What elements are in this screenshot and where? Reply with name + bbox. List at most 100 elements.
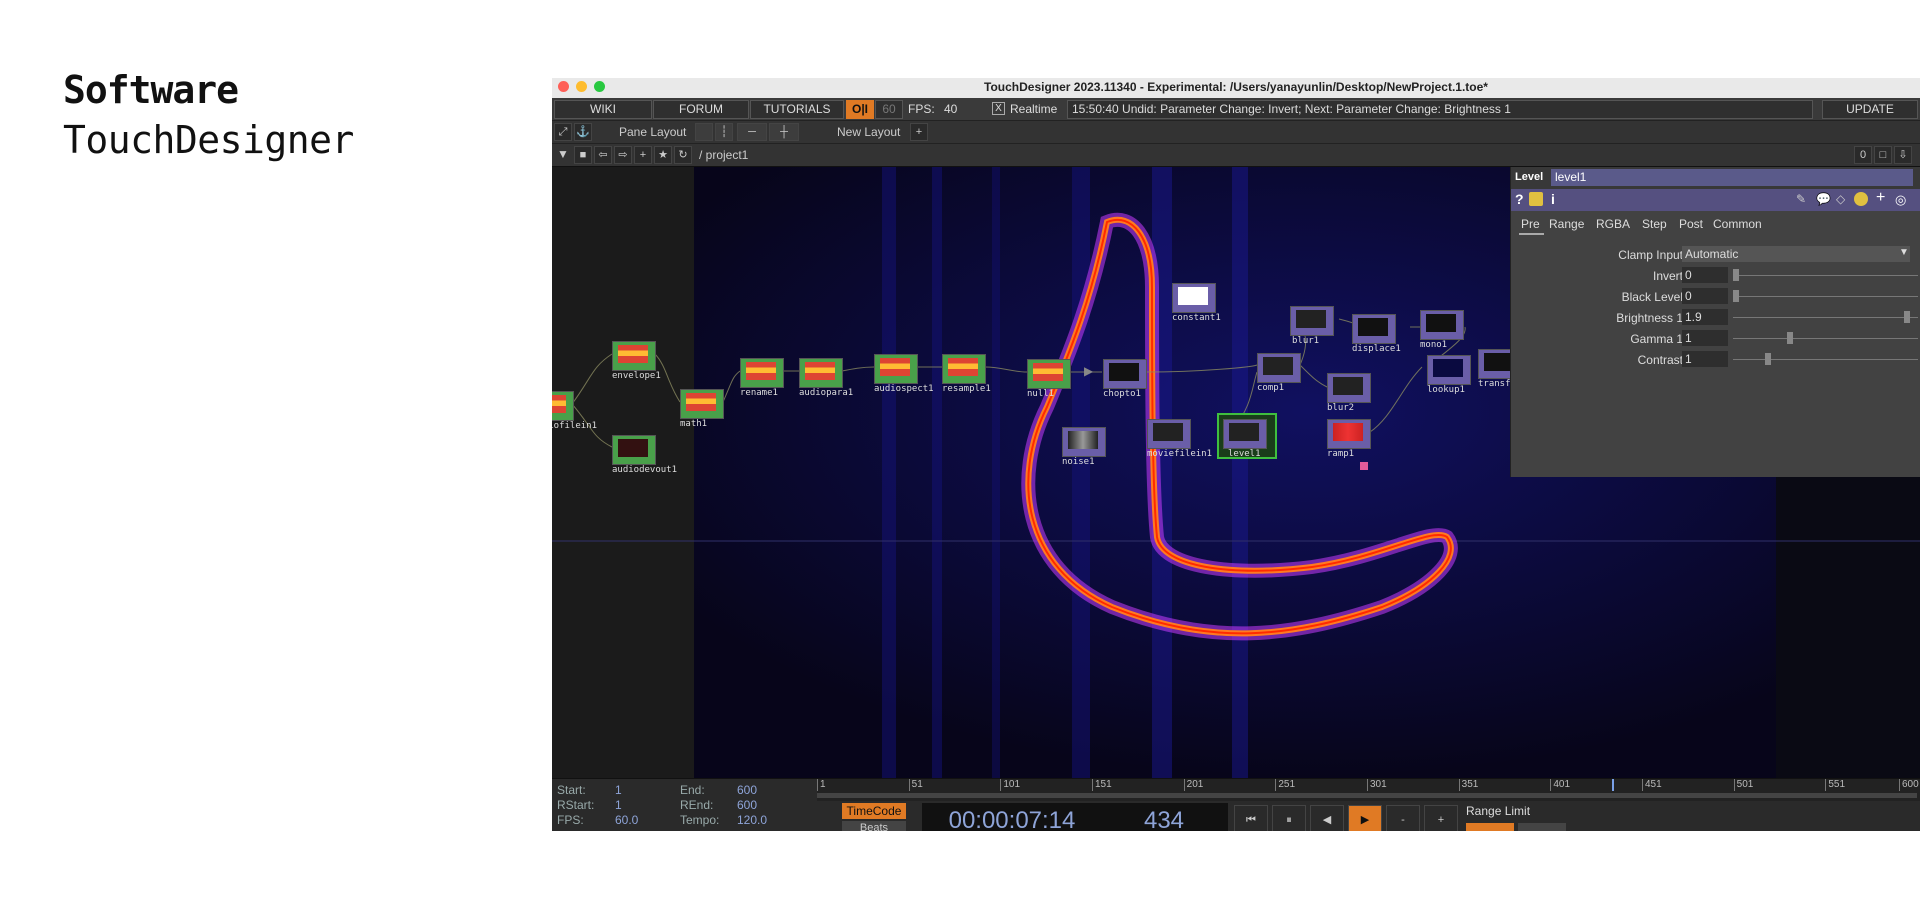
bookmark-star-icon[interactable]: ★ (654, 146, 672, 164)
operator-node-audiopara1[interactable] (799, 358, 843, 388)
step-back-icon[interactable]: ◀ (1310, 805, 1344, 831)
rend-value[interactable]: 600 (737, 798, 757, 812)
operator-node-level1[interactable] (1223, 419, 1267, 449)
expand-icon[interactable]: ⤢ (554, 123, 572, 141)
fps-value[interactable]: 60.0 (615, 813, 638, 827)
update-button[interactable]: UPDATE (1822, 100, 1918, 119)
operator-node-chopto1[interactable] (1103, 359, 1147, 389)
param-value-field[interactable]: 1.9 (1682, 309, 1728, 325)
collapse-pane-icon[interactable]: ⇩ (1894, 146, 1912, 164)
maximize-pane-icon[interactable]: □ (1874, 146, 1892, 164)
edit-icon[interactable]: ✎ (1796, 192, 1806, 206)
timecode-mode-button[interactable]: TimeCode (842, 803, 906, 819)
increment-button[interactable]: + (1424, 805, 1458, 831)
pause-icon[interactable]: ⏸ (1272, 805, 1306, 831)
rstart-value[interactable]: 1 (615, 798, 622, 812)
network-editor[interactable]: audiofilein1 envelope1 audiodevout1 math… (552, 167, 1920, 778)
end-value[interactable]: 600 (737, 783, 757, 797)
operator-node-audiodevout1[interactable] (612, 435, 656, 465)
operator-node-constant1[interactable] (1172, 283, 1216, 313)
param-slider-track[interactable] (1733, 359, 1918, 360)
param-slider-handle[interactable] (1787, 332, 1793, 344)
operator-node-mono1[interactable] (1420, 310, 1464, 340)
beats-mode-button[interactable]: Beats (842, 821, 906, 831)
operator-node-lookup1[interactable] (1427, 355, 1471, 385)
forum-button[interactable]: FORUM (653, 100, 749, 119)
refresh-icon[interactable]: ↻ (674, 146, 692, 164)
back-icon[interactable]: ⇦ (594, 146, 612, 164)
operator-node-math1[interactable] (680, 389, 724, 419)
tab-step[interactable]: Step (1642, 217, 1667, 231)
param-slider-handle[interactable] (1765, 353, 1772, 365)
target-icon[interactable]: ◎ (1895, 192, 1906, 208)
range-limit-once-button[interactable] (1518, 823, 1566, 831)
timeline-playhead[interactable] (1612, 779, 1615, 791)
wiki-button[interactable]: WIKI (554, 100, 652, 119)
info-icon[interactable]: i (1551, 191, 1555, 207)
anchor-icon[interactable]: ⚓ (574, 123, 592, 141)
operator-node-blur2[interactable] (1327, 373, 1371, 403)
param-label: Contrast (1637, 353, 1683, 367)
timecode-display[interactable]: 00:00:07:14 (922, 803, 1102, 831)
param-slider-track[interactable] (1733, 296, 1918, 297)
node-label-envelope1: envelope1 (612, 371, 661, 381)
layout-single-icon[interactable] (695, 123, 713, 141)
layout-split-v-icon[interactable]: ┆ (715, 123, 733, 141)
operator-node-rename1[interactable] (740, 358, 784, 388)
tab-range[interactable]: Range (1549, 217, 1584, 231)
operator-name-field[interactable]: level1 (1551, 169, 1913, 186)
layout-quad-icon[interactable]: ┼ (769, 123, 799, 141)
add-layout-button[interactable]: + (910, 123, 928, 141)
param-value-field[interactable]: 0 (1682, 288, 1728, 304)
network-path[interactable]: / project1 (699, 148, 748, 162)
add-operator-icon[interactable]: + (634, 146, 652, 164)
forward-icon[interactable]: ⇨ (614, 146, 632, 164)
help-icon[interactable]: ? (1515, 191, 1524, 207)
param-slider-track[interactable] (1733, 338, 1918, 339)
operator-node-ramp1[interactable] (1327, 419, 1371, 449)
operator-node-comp1[interactable] (1257, 353, 1301, 383)
operator-node-moviefilein1[interactable] (1147, 419, 1191, 449)
timeline-ruler[interactable]: 1 51 101 151 201 251 301 351 401 451 501 551 600 (817, 779, 1920, 801)
param-value-field[interactable]: 1 (1682, 351, 1728, 367)
skip-to-start-icon[interactable]: ⏮ (1234, 805, 1268, 831)
play-icon[interactable]: ▶ (1348, 805, 1382, 831)
realtime-checkbox[interactable]: X (992, 102, 1005, 115)
operator-node-displace1[interactable] (1352, 314, 1396, 344)
layout-split-h-icon[interactable]: ─ (737, 123, 767, 141)
frame-display[interactable]: 434 (1100, 803, 1228, 831)
tab-pre[interactable]: Pre (1519, 217, 1544, 235)
param-value-field[interactable]: 1 (1682, 330, 1728, 346)
tab-post[interactable]: Post (1679, 217, 1703, 231)
tutorials-button[interactable]: TUTORIALS (750, 100, 844, 119)
perform-mode-button[interactable]: O|I (846, 100, 874, 119)
range-limit-loop-button[interactable] (1466, 823, 1514, 831)
python-help-icon[interactable] (1529, 192, 1543, 206)
decrement-button[interactable]: - (1386, 805, 1420, 831)
operator-node-blur1[interactable] (1290, 306, 1334, 336)
param-slider-handle[interactable] (1733, 290, 1739, 302)
param-slider-track[interactable] (1733, 275, 1918, 276)
python-icon[interactable] (1854, 192, 1868, 206)
param-slider-handle[interactable] (1904, 311, 1910, 323)
operator-node-noise1[interactable] (1062, 427, 1106, 457)
tag-icon[interactable]: ◇ (1836, 192, 1845, 206)
menu-chevron-icon[interactable]: ▼ (557, 147, 569, 161)
stop-icon[interactable]: ■ (574, 146, 592, 164)
operator-node-audiospect1[interactable] (874, 354, 918, 384)
add-parameter-icon[interactable]: + (1876, 189, 1885, 207)
operator-node-envelope1[interactable] (612, 341, 656, 371)
operator-node-null1[interactable] (1027, 359, 1071, 389)
operator-node-audiofilein1[interactable] (552, 391, 574, 421)
param-slider-track[interactable] (1733, 317, 1918, 318)
clamp-input-dropdown[interactable]: Automatic (1682, 246, 1910, 262)
operator-node-resample1[interactable] (942, 354, 986, 384)
tempo-value[interactable]: 120.0 (737, 813, 767, 827)
tab-rgba[interactable]: RGBA (1596, 217, 1630, 231)
comment-icon[interactable]: 💬 (1816, 192, 1831, 206)
param-slider-handle[interactable] (1733, 269, 1739, 281)
param-value-field[interactable]: 0 (1682, 267, 1728, 283)
chevron-down-icon[interactable]: ▼ (1899, 247, 1909, 258)
start-value[interactable]: 1 (615, 783, 622, 797)
tab-common[interactable]: Common (1713, 217, 1762, 231)
